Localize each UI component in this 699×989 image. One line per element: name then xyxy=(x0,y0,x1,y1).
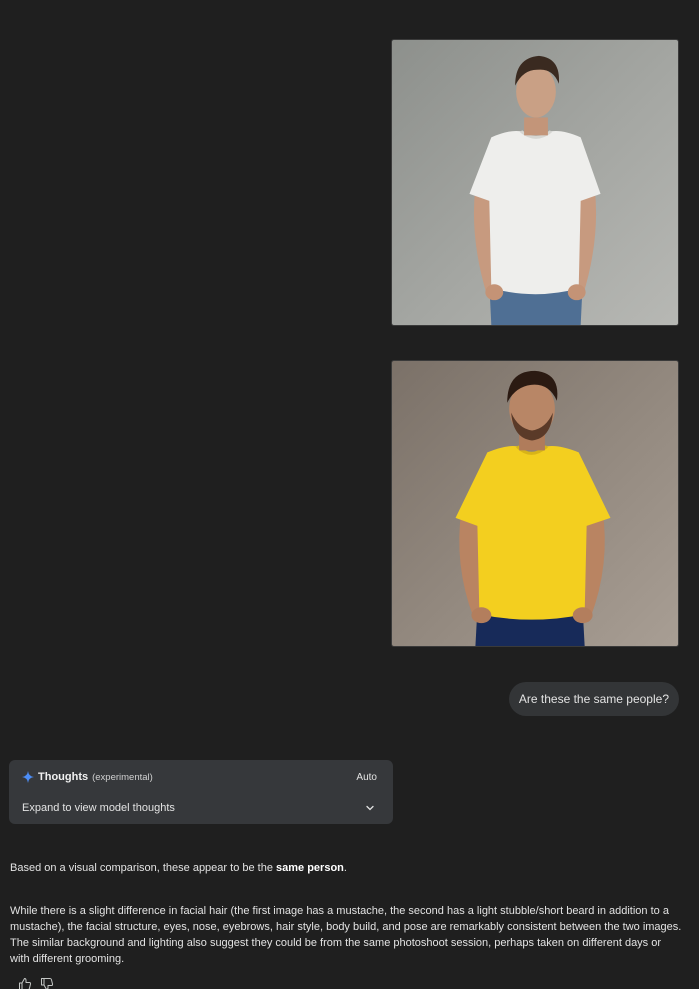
man-yellow-tshirt-illustration xyxy=(455,370,611,646)
thumbs-down-icon[interactable] xyxy=(40,977,54,989)
chevron-down-icon xyxy=(366,805,374,811)
thoughts-title: Thoughts xyxy=(38,771,89,783)
chat-page: Are these the same people? Thoughts (exp… xyxy=(0,0,699,989)
feedback-row xyxy=(18,977,54,989)
thoughts-header: Thoughts (experimental) Auto xyxy=(22,770,377,784)
user-message-bubble: Are these the same people? xyxy=(508,682,679,716)
thoughts-mode-selector[interactable]: Auto xyxy=(356,772,377,783)
response-bold-text: same person xyxy=(276,862,344,874)
response-text: . xyxy=(343,862,347,874)
user-message-text: Are these the same people? xyxy=(518,692,669,706)
expand-thoughts-toggle[interactable]: Expand to view model thoughts xyxy=(22,800,375,816)
response-paragraph-2: While there is a slight difference in fa… xyxy=(10,905,682,965)
user-image-2[interactable] xyxy=(391,360,679,647)
thoughts-panel[interactable]: Thoughts (experimental) Auto Expand to v… xyxy=(9,760,393,824)
response-text: Based on a visual comparison, these appe… xyxy=(10,862,277,874)
thumbs-up-icon[interactable] xyxy=(18,977,32,989)
expand-thoughts-label: Expand to view model thoughts xyxy=(22,802,175,814)
response-paragraph-1: Based on a visual comparison, these appe… xyxy=(10,860,682,876)
thoughts-experimental-tag: (experimental) xyxy=(92,771,153,783)
man-white-tshirt-illustration xyxy=(469,55,601,325)
user-image-1[interactable] xyxy=(391,39,679,326)
spark-icon xyxy=(22,771,34,783)
